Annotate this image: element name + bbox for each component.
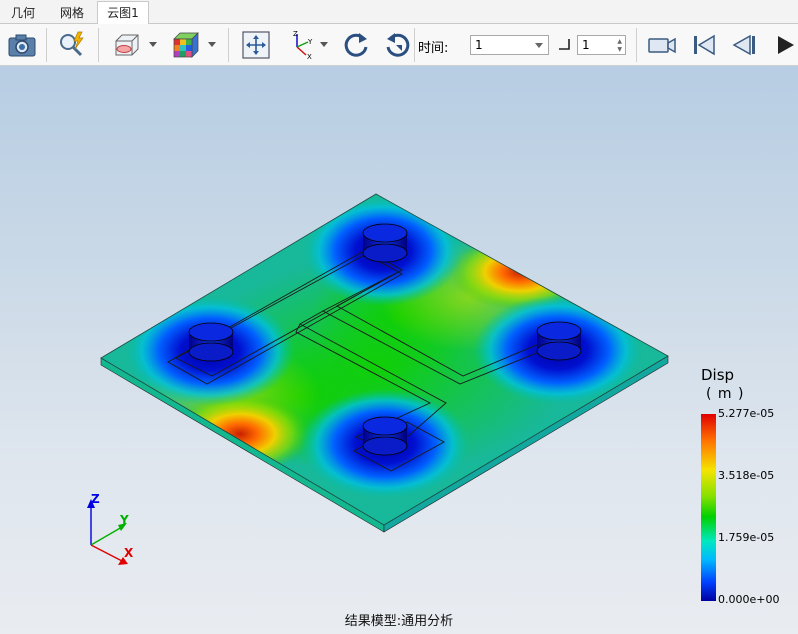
axis-triad: Z Y X [87,492,134,565]
rotate-left-button[interactable] [340,29,372,61]
axes-icon: Z Y X [293,30,313,61]
tab-mesh[interactable]: 网格 [48,2,96,24]
boss-top [362,223,408,263]
time-select[interactable]: 1 [470,35,549,55]
chevron-down-icon[interactable] [208,42,216,47]
tab-geometry[interactable]: 几何 [0,2,46,24]
svg-text:X: X [307,53,312,61]
toolbar-separator [46,28,47,62]
z-label: Z [91,492,100,506]
tab-bar: 几何 网格 云图1 [0,0,798,24]
y-label: Y [119,513,129,527]
camera-icon [8,34,36,57]
time-label: 时间: [418,41,449,56]
step-icon [559,39,570,50]
toolbar-separator [414,28,415,62]
boss-right [536,321,582,361]
boss-left [188,322,234,362]
toolbar-separator [636,28,637,62]
fit-view-button[interactable] [240,29,272,61]
contour-viewport[interactable]: Z Y X Disp ( m ) 5.277e-05 3.518e-05 1.7… [0,66,798,634]
legend-tick: 3.518e-05 [718,469,775,482]
toolbar-separator [98,28,99,62]
next-frame-icon [778,36,794,54]
legend-title: Disp [701,366,735,384]
legend-unit: ( m ) [706,386,745,402]
view-axes-button[interactable]: Z Y X [284,29,316,61]
spin-up-icon[interactable]: ▲ [617,39,622,45]
toolbar-separator [228,28,229,62]
toolbar: Z Y X 时间: 1 1 ▲ ▼ [0,24,798,66]
color-cube-icon [173,32,199,58]
chevron-down-icon[interactable] [320,42,328,47]
screenshot-button[interactable] [6,29,38,61]
query-button[interactable] [56,29,88,61]
chevron-down-icon [535,43,543,48]
legend-tick: 1.759e-05 [718,531,775,544]
color-map-button[interactable] [170,29,202,61]
legend-color-bar [701,414,716,601]
boss-bottom [362,416,408,456]
fit-view-icon [242,31,270,59]
x-axis [90,544,123,562]
section-plane-icon [115,34,139,56]
tab-contour-1[interactable]: 云图1 [97,1,149,24]
section-plane-button[interactable] [110,29,142,61]
rotate-left-icon [344,33,368,57]
svg-text:Z: Z [293,30,298,38]
rotate-right-icon [386,33,410,57]
step-spinbox[interactable]: 1 ▲ ▼ [577,35,626,55]
step-spinbox-value: 1 [582,38,590,52]
chevron-down-icon[interactable] [149,42,157,47]
first-frame-icon [694,34,715,56]
legend-tick-max: 5.277e-05 [718,407,775,420]
rotate-right-button[interactable] [382,29,414,61]
contour-plot[interactable]: Z Y X [0,66,798,634]
prev-frame-button[interactable] [728,29,760,61]
record-icon [648,37,676,54]
spin-down-icon[interactable]: ▼ [617,47,622,53]
record-button[interactable] [646,29,678,61]
svg-text:Y: Y [307,38,313,46]
time-select-value: 1 [475,38,483,52]
prev-frame-icon [732,34,755,56]
result-model-label: 结果模型:通用分析 [344,614,454,629]
next-frame-button[interactable] [770,29,798,61]
x-label: X [124,546,134,560]
legend-tick-min: 0.000e+00 [718,593,780,606]
query-icon [60,31,84,57]
y-axis [90,526,123,546]
first-frame-button[interactable] [688,29,720,61]
